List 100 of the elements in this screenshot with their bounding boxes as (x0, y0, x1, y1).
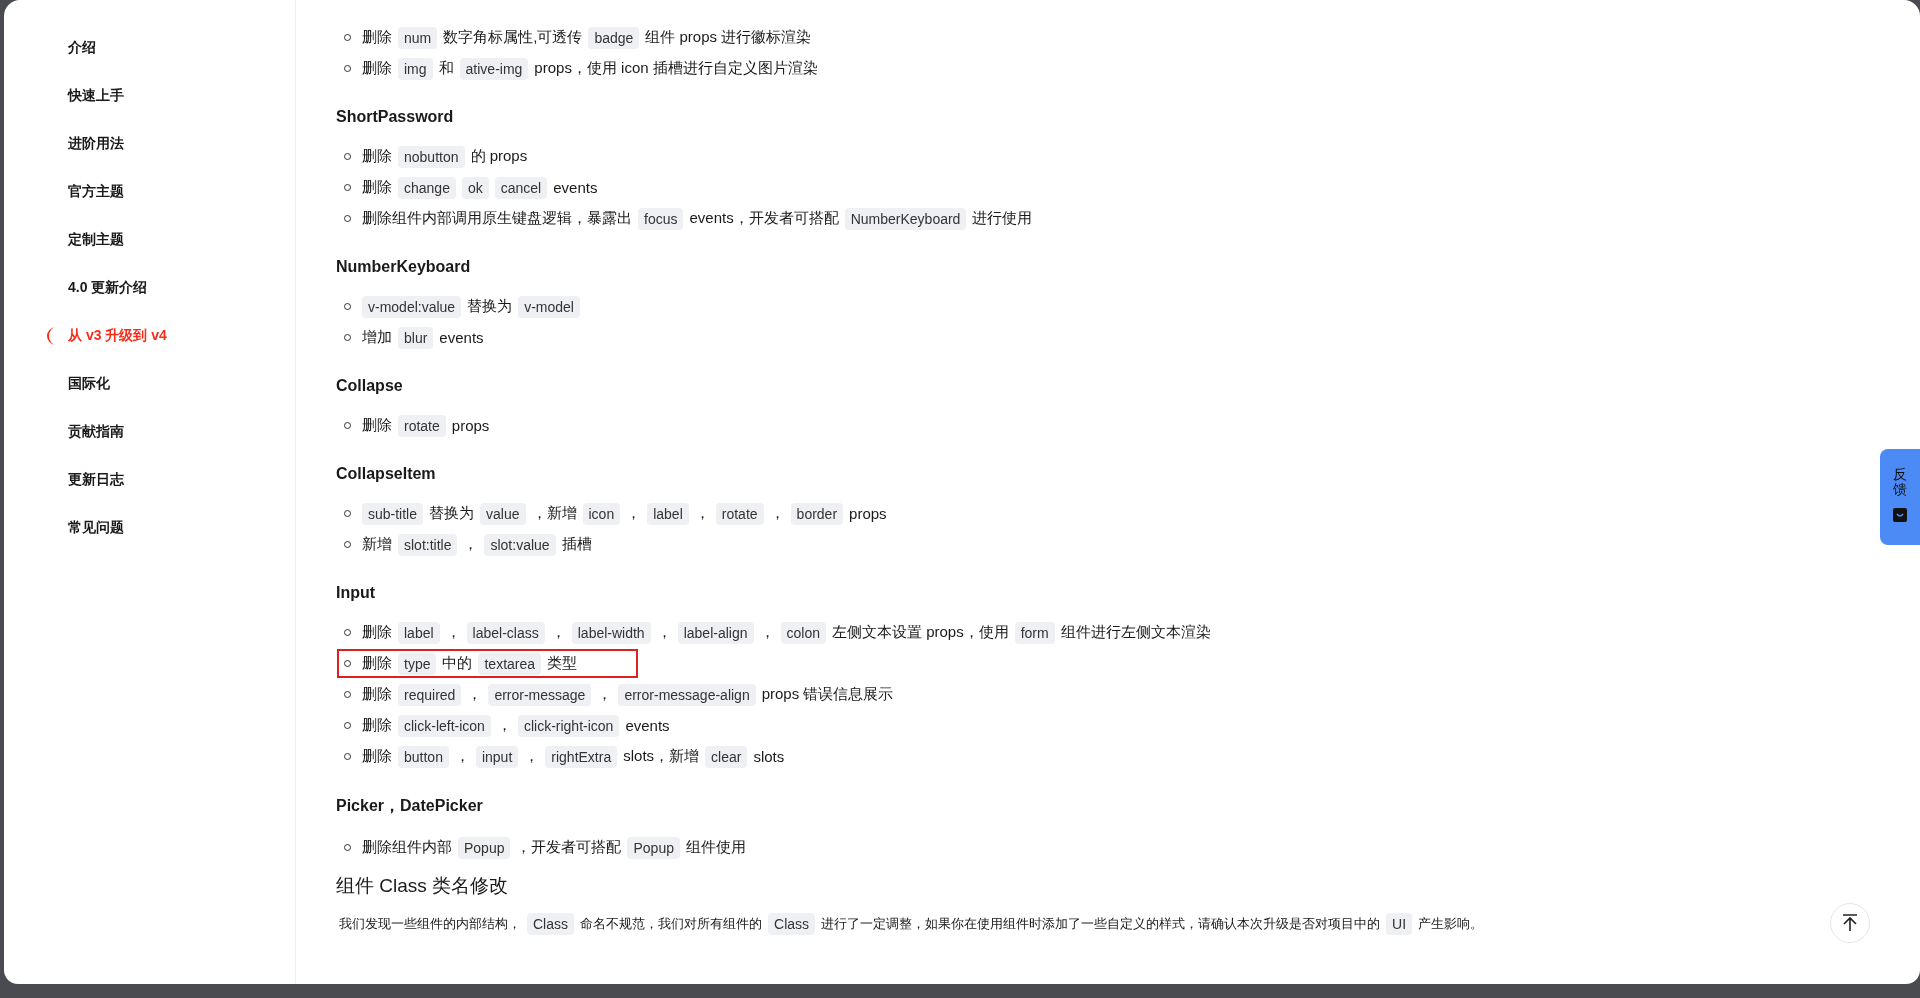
code-tag: Popup (458, 836, 511, 859)
code-tag: button (398, 745, 449, 768)
text: 删除 (362, 416, 392, 435)
text: ， (759, 623, 775, 642)
section-title: Picker，DatePicker (336, 796, 483, 816)
text: 删除 (362, 59, 392, 78)
text: ， (694, 504, 710, 523)
code-tag: UI (1386, 913, 1413, 935)
sidebar-item[interactable]: 常见问题 (4, 504, 295, 552)
code-tag: icon (582, 502, 621, 525)
code-tag: slot:title (398, 533, 458, 556)
code-tag: error-message-align (618, 683, 756, 706)
sidebar-item[interactable]: 从 v3 升级到 v4 (4, 312, 295, 360)
code-tag: img (398, 57, 433, 80)
smile-icon (1893, 507, 1907, 522)
code-tag: required (398, 683, 462, 706)
sidebar-item[interactable]: 贡献指南 (4, 408, 295, 456)
code-tag: slot:value (484, 533, 556, 556)
text: 组件使用 (685, 838, 746, 857)
code-tag: rotate (715, 502, 764, 525)
text: 进行了一定调整，如果你在使用组件时添加了一些自定义的样式，请确认本次升级是否对项目中的 (821, 915, 1381, 933)
text: ， (524, 747, 540, 766)
code-tag: nobutton (398, 145, 465, 168)
text: 删除 (362, 623, 392, 642)
code-tag: Popup (627, 836, 680, 859)
text: 中的 (442, 654, 473, 673)
text: 替换为 (467, 297, 513, 316)
sidebar-item[interactable]: 快速上手 (4, 72, 295, 120)
code-tag: type (398, 652, 437, 675)
text: 左侧文本设置 props，使用 (831, 623, 1009, 642)
text: 替换为 (429, 504, 475, 523)
code-tag: rightExtra (545, 745, 618, 768)
text: 数字角标属性,可透传 (443, 28, 583, 47)
code-tag: colon (780, 621, 826, 644)
sidebar-item[interactable]: 定制主题 (4, 216, 295, 264)
text: 删除 (362, 28, 392, 47)
text: 删除 (362, 654, 392, 673)
back-to-top-button[interactable] (1830, 903, 1870, 943)
code-tag: border (790, 502, 844, 525)
sidebar-item[interactable]: 官方主题 (4, 168, 295, 216)
text: ， (769, 504, 785, 523)
text: slots (753, 748, 785, 765)
text: ， (597, 685, 613, 704)
text: 进行使用 (972, 209, 1033, 228)
text: 产生影响。 (1418, 915, 1484, 933)
section-heading: 组件 Class 类名修改 (336, 874, 509, 898)
text: ， (445, 623, 461, 642)
text: ，开发者可搭配 (516, 838, 622, 857)
code-tag: label (398, 621, 440, 644)
text: 删除 (362, 178, 392, 197)
code-tag: error-message (488, 683, 592, 706)
code-tag: rotate (398, 414, 446, 437)
text: ， (496, 716, 512, 735)
sidebar-item[interactable]: 国际化 (4, 360, 295, 408)
text: ， (656, 623, 672, 642)
text: events (553, 179, 598, 196)
text: 和 (438, 59, 454, 78)
code-tag: input (475, 745, 519, 768)
code-tag: label-class (466, 621, 545, 644)
sidebar-item[interactable]: 4.0 更新介绍 (4, 264, 295, 312)
text: 类型 (547, 654, 578, 673)
text: 删除 (362, 716, 392, 735)
text: props (451, 417, 490, 434)
code-tag: Class (768, 913, 816, 935)
code-tag: value (480, 502, 526, 525)
code-tag: blur (398, 326, 434, 349)
code-tag: Class (527, 913, 574, 935)
text: 删除组件内部 (362, 838, 452, 857)
text: slots，新增 (623, 747, 700, 766)
text: 删除 (362, 747, 392, 766)
code-tag: num (398, 26, 438, 49)
text: 我们发现一些组件的内部结构， (339, 915, 521, 933)
text: 命名不规范，我们对所有组件的 (580, 915, 762, 933)
section-title: NumberKeyboard (336, 258, 471, 276)
code-tag: focus (638, 207, 684, 230)
code-tag: v-model (518, 295, 580, 318)
text: ， (463, 535, 479, 554)
text: props 错误信息展示 (761, 685, 894, 704)
code-tag: ok (461, 176, 489, 199)
text: 删除组件内部调用原生键盘逻辑，暴露出 (362, 209, 632, 228)
text: 删除 (362, 685, 392, 704)
feedback-tab[interactable]: 反馈 (1880, 449, 1920, 545)
text: props，使用 icon 插槽进行自定义图片渲染 (534, 59, 818, 78)
section-title: CollapseItem (336, 465, 436, 483)
code-tag: click-right-icon (517, 714, 620, 737)
sidebar-item[interactable]: 更新日志 (4, 456, 295, 504)
code-tag: sub-title (362, 502, 424, 525)
text: ， (454, 747, 470, 766)
code-tag: v-model:value (362, 295, 462, 318)
code-tag: label-width (571, 621, 651, 644)
code-tag: cancel (494, 176, 548, 199)
text: ， (626, 504, 642, 523)
text: ， (467, 685, 483, 704)
sidebar-item[interactable]: 进阶用法 (4, 120, 295, 168)
code-tag: form (1014, 621, 1055, 644)
code-tag: ative-img (459, 57, 529, 80)
code-tag: label-align (677, 621, 754, 644)
section-title: Input (336, 584, 376, 602)
sidebar-item[interactable]: 介绍 (4, 24, 295, 72)
code-tag: badge (588, 26, 640, 49)
